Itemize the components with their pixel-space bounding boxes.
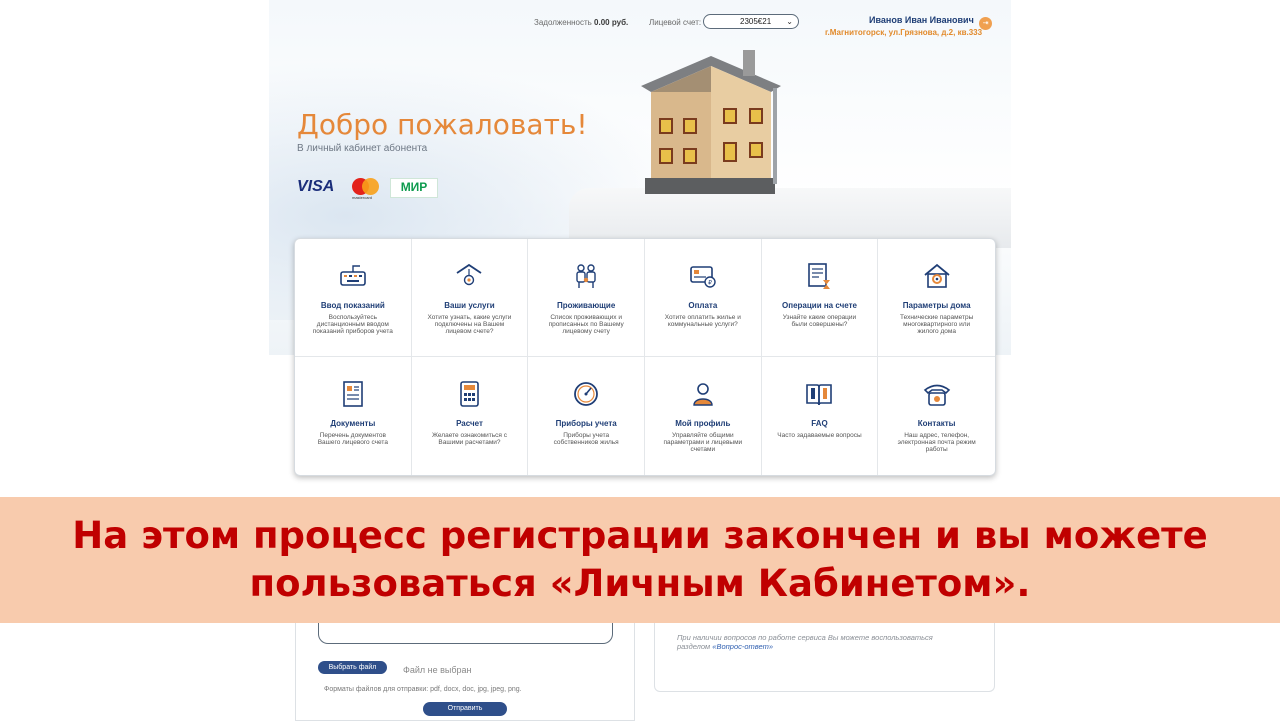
tile-title: Мой профиль <box>675 419 731 428</box>
banner-text: На этом процесс регистрации закончен и в… <box>72 514 1208 605</box>
tile-desc: Узнайте какие операции были совершены? <box>782 314 857 328</box>
faq-note: При наличии вопросов по работе сервиса В… <box>677 633 957 651</box>
tile-desc: Приборы учета собственников жилья <box>553 432 619 446</box>
tile-account-operations[interactable]: Операции на счете Узнайте какие операции… <box>761 239 879 357</box>
house-gear-icon <box>924 263 950 288</box>
tile-services[interactable]: Ваши услуги Хотите узнать, какие услуги … <box>411 239 529 357</box>
tile-desc: Технические параметры многоквартирного и… <box>900 314 974 335</box>
tile-desc: Желаете ознакомиться с Вашими расчетами? <box>431 432 507 446</box>
choose-file-button[interactable]: Выбрать файл <box>318 661 387 674</box>
tile-desc: Часто задаваемые вопросы <box>777 432 862 439</box>
tile-title: Приборы учета <box>555 419 617 428</box>
tile-title: Расчет <box>456 419 483 428</box>
mastercard-logo: mastercard <box>352 178 382 200</box>
tile-title: Оплата <box>688 301 718 310</box>
lamp-icon <box>456 263 482 286</box>
send-button[interactable]: Отправить <box>423 702 507 716</box>
info-banner: На этом процесс регистрации закончен и в… <box>0 497 1280 623</box>
file-formats-note: Форматы файлов для отправки: pdf, docx, … <box>324 686 522 693</box>
tile-title: Проживающие <box>557 301 616 310</box>
logout-icon[interactable]: ⇥ <box>979 17 992 30</box>
faq-book-icon <box>806 384 833 406</box>
tile-desc: Воспользуйтесь дистанционным вводом пока… <box>312 314 393 335</box>
house-illustration <box>641 50 781 194</box>
tile-desc: Хотите узнать, какие услуги подключены н… <box>427 314 512 335</box>
tile-desc: Хотите оплатить жилье и коммунальные усл… <box>664 314 741 328</box>
no-file-label: Файл не выбран <box>403 665 472 675</box>
document-hourglass-icon <box>808 263 831 289</box>
tile-documents[interactable]: Документы Перечень документов Вашего лиц… <box>295 357 412 475</box>
svg-text:₽: ₽ <box>708 280 712 287</box>
faq-info-box: При наличии вопросов по работе сервиса В… <box>654 620 995 692</box>
account-value: 2305€21 <box>740 17 772 26</box>
tile-desc: Список проживающих и прописанных по Ваше… <box>548 314 624 335</box>
tile-contacts[interactable]: Контакты Наш адрес, телефон, электронная… <box>878 357 995 475</box>
user-profile-icon <box>693 383 713 406</box>
user-name[interactable]: Иванов Иван Иванович <box>869 15 974 25</box>
tile-title: Ваши услуги <box>444 301 495 310</box>
keyboard-icon <box>340 265 366 286</box>
tile-title: Документы <box>330 419 376 428</box>
tile-desc: Управляйте общими параметрами и лицевыми… <box>663 432 743 453</box>
family-icon <box>576 264 596 288</box>
top-header: Задолженность 0.00 руб. Лицевой счет: 23… <box>269 0 1011 46</box>
tile-meters[interactable]: Приборы учета Приборы учета собственнико… <box>528 357 645 475</box>
tile-residents[interactable]: Проживающие Список проживающих и прописа… <box>528 239 645 357</box>
tile-payment[interactable]: ₽ Оплата Хотите оплатить жилье и коммуна… <box>644 239 762 357</box>
tile-title: Параметры дома <box>902 301 971 310</box>
upload-form: Выбрать файл Файл не выбран Форматы файл… <box>295 620 635 721</box>
debt-info: Задолженность 0.00 руб. <box>534 18 628 27</box>
visa-logo: VISA <box>297 178 335 195</box>
account-label: Лицевой счет: <box>649 18 702 27</box>
user-address: г.Магнитогорск, ул.Грязнова, д.2, кв.333 <box>825 28 983 37</box>
calculator-icon <box>460 381 480 407</box>
tile-faq[interactable]: FAQ Часто задаваемые вопросы <box>762 357 879 475</box>
account-select[interactable]: 2305€21 ⌄ <box>703 14 799 29</box>
tile-title: Ввод показаний <box>320 301 385 310</box>
tile-house-params[interactable]: Параметры дома Технические параметры мно… <box>878 239 995 357</box>
welcome-title: Добро пожаловать! <box>297 108 588 141</box>
meter-gauge-icon <box>574 382 599 406</box>
tile-desc: Перечень документов Вашего лицевого счет… <box>317 432 388 446</box>
message-textarea[interactable] <box>318 620 613 644</box>
tile-title: Операции на счете <box>782 301 857 310</box>
tile-profile[interactable]: Мой профиль Управляйте общими параметрам… <box>645 357 762 475</box>
tile-title: FAQ <box>811 419 828 428</box>
faq-link[interactable]: «Вопрос-ответ» <box>712 642 773 651</box>
chevron-down-icon: ⌄ <box>786 17 793 26</box>
debt-value: 0.00 руб. <box>594 18 629 27</box>
tile-meter-readings[interactable]: Ввод показаний Воспользуйтесь дистанцион… <box>295 239 412 357</box>
services-grid: Ввод показаний Воспользуйтесь дистанцион… <box>294 238 996 476</box>
id-document-icon <box>343 381 363 407</box>
mastercard-text: mastercard <box>352 195 373 200</box>
tile-title: Контакты <box>917 419 956 428</box>
mir-logo: МИР <box>390 178 438 198</box>
phone-icon <box>923 384 950 406</box>
tile-calculation[interactable]: Расчет Желаете ознакомиться с Вашими рас… <box>412 357 529 475</box>
debt-label: Задолженность <box>534 18 592 27</box>
card-icon: ₽ <box>690 266 716 288</box>
tile-desc: Наш адрес, телефон, электронная почта ре… <box>897 432 976 453</box>
welcome-subtitle: В личный кабинет абонента <box>297 143 428 154</box>
